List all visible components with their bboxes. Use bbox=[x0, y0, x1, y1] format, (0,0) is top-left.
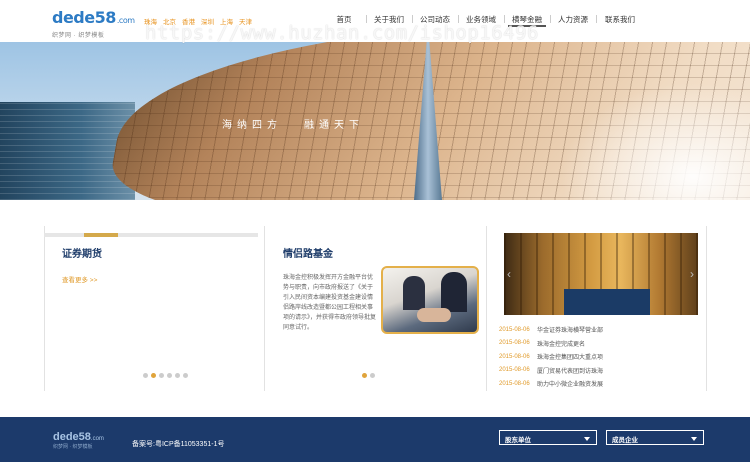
news-image-slider[interactable] bbox=[504, 233, 698, 315]
footer-logo-text: dede58 bbox=[53, 431, 91, 443]
hero-banner[interactable]: 海纳四方 融通天下 bbox=[0, 42, 750, 200]
icp-record: 备案号:粤ICP备11053351-1号 bbox=[132, 441, 225, 448]
securities-panel: 证券期货 查看更多 >> bbox=[44, 226, 264, 391]
slogan-left: 海纳四方 bbox=[222, 120, 282, 131]
news-title: 厦门贸易代表团到访珠海 bbox=[537, 368, 604, 375]
nav-label: 公司动态 bbox=[420, 15, 450, 24]
nav-label: 首页 bbox=[336, 15, 352, 24]
more-link[interactable]: 查看更多 >> bbox=[62, 274, 97, 284]
shareholder-select[interactable]: 股东单位 bbox=[499, 430, 597, 445]
nav-news[interactable]: 公司动态 bbox=[412, 14, 458, 25]
nav-home[interactable]: 首页 bbox=[322, 14, 366, 25]
nav-active-indicator bbox=[508, 25, 546, 27]
section-title: 证券期货 bbox=[62, 249, 102, 260]
panel-divider bbox=[706, 226, 707, 391]
nav-hr[interactable]: 人力资源 bbox=[550, 14, 596, 25]
chevron-down-icon bbox=[691, 437, 697, 441]
news-date: 2015-08-06 bbox=[499, 353, 530, 360]
city-link[interactable]: 香港 bbox=[182, 16, 195, 26]
panel-progress-bar bbox=[44, 233, 258, 237]
chevron-right-icon[interactable]: › bbox=[690, 267, 694, 281]
news-title: 珠海金控集团四大重点项 bbox=[537, 355, 604, 362]
carousel-dot[interactable] bbox=[159, 373, 164, 378]
carousel-dot[interactable] bbox=[183, 373, 188, 378]
photo-person bbox=[403, 276, 425, 310]
carousel-dot[interactable] bbox=[151, 373, 156, 378]
news-title: 珠海金控完成更名 bbox=[537, 341, 586, 348]
panel-progress-fill bbox=[84, 233, 118, 237]
city-links: 珠海 北京 香港 深圳 上海 天津 bbox=[144, 16, 252, 26]
news-title: 华金证券珠海横琴营业部 bbox=[537, 328, 604, 335]
chevron-left-icon[interactable]: ‹ bbox=[507, 267, 511, 281]
news-item[interactable]: 2015-08-06 珠海金控集团四大重点项 bbox=[499, 350, 603, 364]
nav-label: 横琴金融 bbox=[512, 15, 542, 24]
carousel-dot[interactable] bbox=[175, 373, 180, 378]
nav-label: 人力资源 bbox=[558, 15, 588, 24]
carousel-dot[interactable] bbox=[370, 373, 375, 378]
section-title: 情侣路基金 bbox=[283, 249, 333, 260]
photo-handshake bbox=[417, 308, 451, 322]
banner-light-glow bbox=[560, 82, 750, 200]
business-handshake-photo bbox=[381, 266, 479, 334]
nav-label: 业务领域 bbox=[466, 15, 496, 24]
site-footer: dede58.com 织梦网 · 织梦模板 备案号:粤ICP备11053351-… bbox=[0, 417, 750, 462]
nav-label: 联系我们 bbox=[605, 15, 635, 24]
footer-logo[interactable]: dede58.com 织梦网 · 织梦模板 bbox=[53, 431, 104, 450]
news-item[interactable]: 2015-08-06 厦门贸易代表团到访珠海 bbox=[499, 364, 603, 378]
chevron-down-icon bbox=[584, 437, 590, 441]
nav-business[interactable]: 业务领域 bbox=[458, 14, 504, 25]
nav-label: 关于我们 bbox=[374, 15, 404, 24]
select-label: 成员企业 bbox=[612, 437, 638, 444]
carousel-dots bbox=[362, 373, 375, 378]
select-label: 股东单位 bbox=[505, 437, 531, 444]
carousel-dot[interactable] bbox=[143, 373, 148, 378]
slogan-right: 融通天下 bbox=[304, 120, 364, 131]
carousel-dots bbox=[143, 373, 188, 378]
logo-tagline: 织梦网 · 织梦模板 bbox=[52, 33, 105, 39]
news-list: 2015-08-06 华金证券珠海横琴营业部 2015-08-06 珠海金控完成更名… bbox=[499, 323, 603, 391]
news-item[interactable]: 2015-08-06 华金证券珠海横琴营业部 bbox=[499, 323, 603, 337]
news-date: 2015-08-06 bbox=[499, 326, 530, 333]
logo-tld: .com bbox=[116, 16, 135, 25]
site-logo[interactable]: dede58.com 织梦网 · 织梦模板 bbox=[52, 8, 135, 40]
footer-logo-tagline: 织梦网 · 织梦模板 bbox=[53, 444, 93, 450]
news-item[interactable]: 2015-08-06 珠海金控完成更名 bbox=[499, 337, 603, 351]
news-date: 2015-08-06 bbox=[499, 340, 530, 347]
city-link[interactable]: 珠海 bbox=[144, 16, 157, 26]
panel-divider bbox=[264, 226, 265, 391]
news-date: 2015-08-06 bbox=[499, 380, 530, 387]
carousel-dot[interactable] bbox=[362, 373, 367, 378]
banner-slogan: 海纳四方 融通天下 bbox=[222, 116, 386, 131]
nav-contact[interactable]: 联系我们 bbox=[596, 14, 644, 25]
site-header: dede58.com 织梦网 · 织梦模板 珠海 北京 香港 深圳 上海 天津 … bbox=[0, 0, 750, 42]
news-item[interactable]: 2015-08-06 助力中小微企业融资发展 bbox=[499, 377, 603, 391]
main-nav: 首页 关于我们 公司动态 业务领域 横琴金融 人力资源 联系我们 bbox=[322, 14, 644, 27]
city-link[interactable]: 上海 bbox=[220, 16, 233, 26]
photo-person bbox=[441, 272, 467, 312]
city-link[interactable]: 北京 bbox=[163, 16, 176, 26]
nav-about[interactable]: 关于我们 bbox=[366, 14, 412, 25]
slider-image-detail bbox=[564, 289, 650, 315]
section-text: 珠海金控积极发挥开方金融平台优势与职责，向市政府报送了《关于引入民间资本编建投资… bbox=[283, 275, 377, 331]
city-link[interactable]: 天津 bbox=[239, 16, 252, 26]
nav-hengqin-finance[interactable]: 横琴金融 bbox=[504, 14, 550, 27]
carousel-dot[interactable] bbox=[167, 373, 172, 378]
footer-logo-tld: .com bbox=[90, 436, 104, 442]
news-title: 助力中小微企业融资发展 bbox=[537, 382, 604, 389]
logo-text: dede58 bbox=[52, 8, 116, 27]
city-link[interactable]: 深圳 bbox=[201, 16, 214, 26]
member-company-select[interactable]: 成员企业 bbox=[606, 430, 704, 445]
news-date: 2015-08-06 bbox=[499, 367, 530, 374]
panel-divider bbox=[486, 226, 487, 391]
